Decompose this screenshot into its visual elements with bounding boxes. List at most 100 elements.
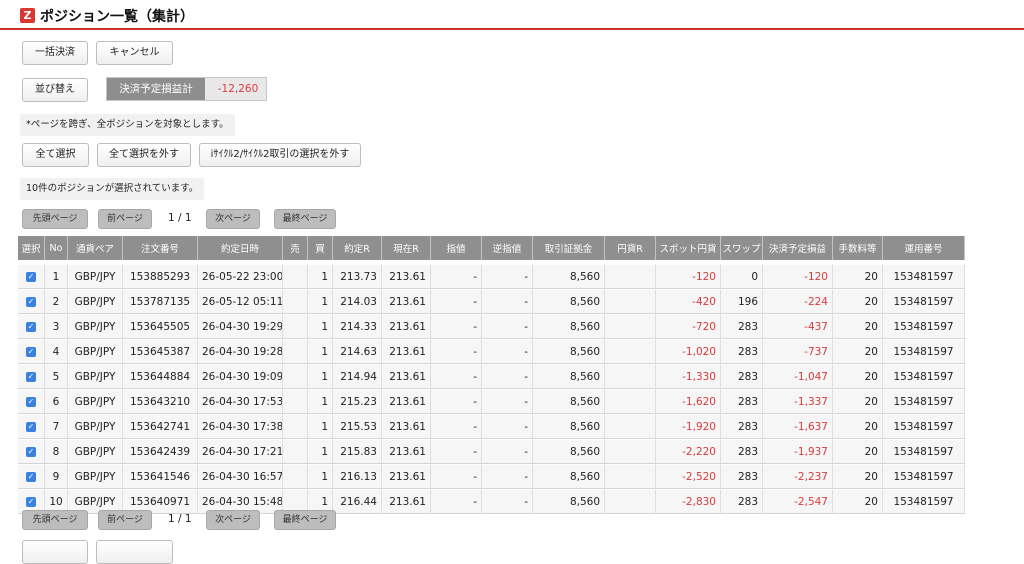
row-select-cell[interactable]: ✓ bbox=[18, 289, 45, 314]
row-select-cell[interactable]: ✓ bbox=[18, 314, 45, 339]
checkbox-checked-icon[interactable]: ✓ bbox=[26, 496, 36, 507]
checkbox-checked-icon[interactable]: ✓ bbox=[26, 321, 36, 332]
table-row[interactable]: ✓ 2 GBP/JPY 153787135 26-05-12 05:11 1 214.03 2… bbox=[18, 289, 965, 314]
table-cell-margin: 8,560 bbox=[533, 314, 605, 339]
table-cell-yen bbox=[605, 439, 656, 464]
table-cell-margin: 8,560 bbox=[533, 489, 605, 514]
table-cell-stop: - bbox=[482, 489, 533, 514]
deselect-cycle-button[interactable]: iｻｲｸﾙ2/ｻｲｸﾙ2取引の選択を外す bbox=[199, 143, 361, 167]
table-cell-pl: -737 bbox=[763, 339, 833, 364]
table-cell-op: 153481597 bbox=[883, 289, 965, 314]
row-select-cell[interactable]: ✓ bbox=[18, 439, 45, 464]
table-row[interactable]: ✓ 6 GBP/JPY 153643210 26-04-30 17:53 1 215.23 2… bbox=[18, 389, 965, 414]
column-header: 取引証拠金 bbox=[533, 236, 605, 260]
cancel-button[interactable]: キャンセル bbox=[96, 41, 173, 65]
prev-page-button[interactable]: 前ページ bbox=[98, 209, 152, 229]
table-cell-cur: 213.61 bbox=[382, 339, 431, 364]
table-cell-order: 153644884 bbox=[123, 364, 198, 389]
first-page-button[interactable]: 先頭ページ bbox=[22, 209, 88, 229]
table-cell-fee: 20 bbox=[833, 314, 883, 339]
table-cell-limit: - bbox=[431, 289, 482, 314]
row-select-cell[interactable]: ✓ bbox=[18, 339, 45, 364]
table-cell-sell bbox=[283, 339, 308, 364]
checkbox-checked-icon[interactable]: ✓ bbox=[26, 471, 36, 482]
row-select-cell[interactable]: ✓ bbox=[18, 364, 45, 389]
bulk-settle-button-bottom[interactable] bbox=[22, 540, 88, 564]
table-cell-pair: GBP/JPY bbox=[68, 289, 123, 314]
checkbox-checked-icon[interactable]: ✓ bbox=[26, 346, 36, 357]
table-row[interactable]: ✓ 1 GBP/JPY 153885293 26-05-22 23:00 1 213.73 2… bbox=[18, 264, 965, 289]
cancel-button-bottom[interactable] bbox=[96, 540, 173, 564]
bulk-settle-button[interactable]: 一括決済 bbox=[22, 41, 88, 65]
table-cell-yen bbox=[605, 414, 656, 439]
table-row[interactable]: ✓ 3 GBP/JPY 153645505 26-04-30 19:29 1 214.33 2… bbox=[18, 314, 965, 339]
table-cell-swap: 283 bbox=[721, 414, 763, 439]
table-cell-margin: 8,560 bbox=[533, 289, 605, 314]
column-header: 手数料等 bbox=[833, 236, 883, 260]
page-title: ポジション一覧（集計） bbox=[40, 9, 194, 25]
row-select-cell[interactable]: ✓ bbox=[18, 389, 45, 414]
table-cell-sell bbox=[283, 264, 308, 289]
checkbox-checked-icon[interactable]: ✓ bbox=[26, 296, 36, 307]
table-cell-order: 153642439 bbox=[123, 439, 198, 464]
table-row[interactable]: ✓ 4 GBP/JPY 153645387 26-04-30 19:28 1 214.63 2… bbox=[18, 339, 965, 364]
table-cell-sell bbox=[283, 414, 308, 439]
table-cell-buy: 1 bbox=[308, 289, 333, 314]
table-row[interactable]: ✓ 8 GBP/JPY 153642439 26-04-30 17:21 1 215.83 2… bbox=[18, 439, 965, 464]
table-cell-spot: -2,220 bbox=[656, 439, 721, 464]
prev-page-button-bottom[interactable]: 前ページ bbox=[98, 510, 152, 530]
table-row[interactable]: ✓ 7 GBP/JPY 153642741 26-04-30 17:38 1 215.53 2… bbox=[18, 414, 965, 439]
table-cell-rate: 214.94 bbox=[333, 364, 382, 389]
table-cell-spot: -720 bbox=[656, 314, 721, 339]
table-cell-cur: 213.61 bbox=[382, 289, 431, 314]
table-cell-stop: - bbox=[482, 364, 533, 389]
table-row[interactable]: ✓ 5 GBP/JPY 153644884 26-04-30 19:09 1 214.94 2… bbox=[18, 364, 965, 389]
first-page-button-bottom[interactable]: 先頭ページ bbox=[22, 510, 88, 530]
table-cell-stop: - bbox=[482, 439, 533, 464]
table-cell-limit: - bbox=[431, 464, 482, 489]
next-page-button[interactable]: 次ページ bbox=[206, 209, 260, 229]
table-cell-cur: 213.61 bbox=[382, 314, 431, 339]
table-cell-fee: 20 bbox=[833, 339, 883, 364]
last-page-button[interactable]: 最終ページ bbox=[274, 209, 336, 229]
checkbox-checked-icon[interactable]: ✓ bbox=[26, 446, 36, 457]
column-header: 運用番号 bbox=[883, 236, 965, 260]
row-select-cell[interactable]: ✓ bbox=[18, 414, 45, 439]
table-row[interactable]: ✓ 10 GBP/JPY 153640971 26-04-30 15:48 1 216.44… bbox=[18, 489, 965, 514]
table-cell-margin: 8,560 bbox=[533, 414, 605, 439]
table-cell-time: 26-05-22 23:00 bbox=[198, 264, 283, 289]
checkbox-checked-icon[interactable]: ✓ bbox=[26, 271, 36, 282]
column-header: 指値 bbox=[431, 236, 482, 260]
table-cell-rate: 214.33 bbox=[333, 314, 382, 339]
table-cell-yen bbox=[605, 389, 656, 414]
table-cell-cur: 213.61 bbox=[382, 414, 431, 439]
deselect-all-button[interactable]: 全て選択を外す bbox=[97, 143, 191, 167]
column-header: 約定R bbox=[333, 236, 382, 260]
column-header: スワップ bbox=[721, 236, 763, 260]
table-row[interactable]: ✓ 9 GBP/JPY 153641546 26-04-30 16:57 1 216.13 2… bbox=[18, 464, 965, 489]
row-select-cell[interactable]: ✓ bbox=[18, 464, 45, 489]
table-cell-rate: 216.13 bbox=[333, 464, 382, 489]
table-cell-spot: -1,920 bbox=[656, 414, 721, 439]
table-cell-cur: 213.61 bbox=[382, 364, 431, 389]
checkbox-checked-icon[interactable]: ✓ bbox=[26, 421, 36, 432]
last-page-button-bottom[interactable]: 最終ページ bbox=[274, 510, 336, 530]
select-all-button[interactable]: 全て選択 bbox=[22, 143, 89, 167]
table-cell-pair: GBP/JPY bbox=[68, 414, 123, 439]
table-cell-margin: 8,560 bbox=[533, 389, 605, 414]
table-cell-pair: GBP/JPY bbox=[68, 389, 123, 414]
page-indicator: 1 / 1 bbox=[168, 212, 192, 224]
checkbox-checked-icon[interactable]: ✓ bbox=[26, 371, 36, 382]
table-cell-sell bbox=[283, 364, 308, 389]
checkbox-checked-icon[interactable]: ✓ bbox=[26, 396, 36, 407]
table-cell-rate: 215.83 bbox=[333, 439, 382, 464]
table-cell-time: 26-04-30 19:09 bbox=[198, 364, 283, 389]
next-page-button-bottom[interactable]: 次ページ bbox=[206, 510, 260, 530]
title-bar: Z ポジション一覧（集計） bbox=[0, 0, 1024, 30]
table-cell-buy: 1 bbox=[308, 264, 333, 289]
table-cell-op: 153481597 bbox=[883, 314, 965, 339]
table-cell-yen bbox=[605, 264, 656, 289]
row-select-cell[interactable]: ✓ bbox=[18, 264, 45, 289]
pl-summary-value: -12,260 bbox=[217, 83, 259, 95]
sort-button[interactable]: 並び替え bbox=[22, 78, 88, 102]
